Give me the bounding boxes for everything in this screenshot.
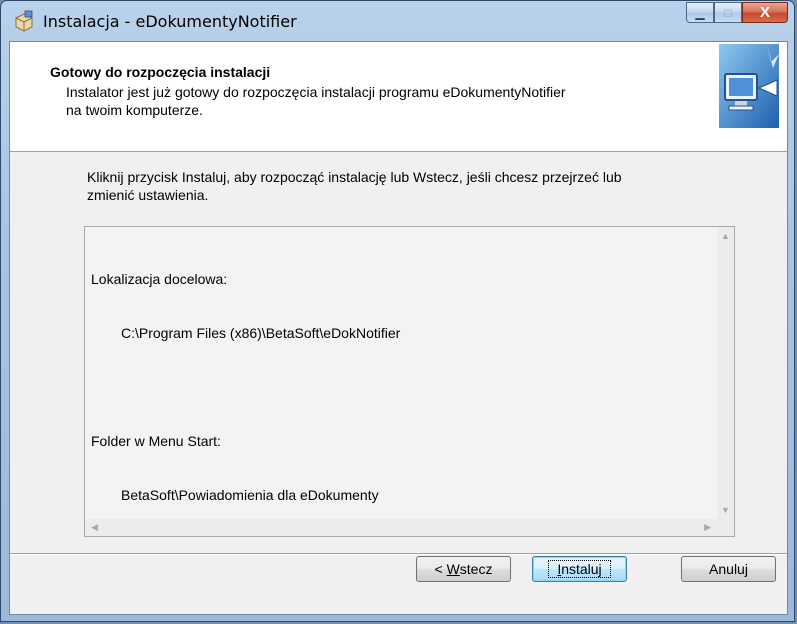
install-button-label: Instaluj bbox=[548, 560, 611, 578]
back-button[interactable]: < Wstecz bbox=[416, 556, 511, 582]
scroll-down-icon[interactable]: ▼ bbox=[721, 505, 730, 515]
minimize-button[interactable]: ▁ bbox=[686, 2, 714, 23]
close-button[interactable]: X bbox=[742, 2, 788, 23]
window-title: Instalacja - eDokumentyNotifier bbox=[43, 12, 297, 31]
summary-memo[interactable]: Lokalizacja docelowa: C:\Program Files (… bbox=[84, 226, 735, 537]
page-subtitle-line2: na twoim komputerze. bbox=[66, 102, 203, 118]
cancel-button[interactable]: Anuluj bbox=[681, 556, 776, 582]
maximize-icon: □ bbox=[724, 5, 732, 20]
start-menu-value: BetaSoft\Powiadomienia dla eDokumenty bbox=[121, 487, 379, 503]
page-title: Gotowy do rozpoczęcia instalacji bbox=[50, 64, 271, 80]
footer-divider bbox=[10, 553, 787, 555]
summary-spacer bbox=[91, 378, 400, 396]
cancel-button-label: Anuluj bbox=[709, 561, 748, 577]
back-button-label: < Wstecz bbox=[435, 561, 493, 577]
install-button[interactable]: Instaluj bbox=[532, 556, 627, 582]
scroll-corner bbox=[717, 519, 734, 536]
instruction-line1: Kliknij przycisk Instaluj, aby rozpocząć… bbox=[87, 169, 622, 185]
start-menu-label: Folder w Menu Start: bbox=[91, 433, 221, 449]
title-bar[interactable]: Instalacja - eDokumentyNotifier ▁ □ X bbox=[1, 1, 794, 41]
computer-install-arrow-icon bbox=[719, 44, 779, 128]
back-hotkey: W bbox=[446, 561, 460, 577]
scroll-up-icon[interactable]: ▲ bbox=[721, 231, 730, 241]
vertical-scrollbar[interactable]: ▲ ▼ bbox=[717, 227, 734, 519]
horizontal-scrollbar[interactable]: ◀ ▶ bbox=[85, 519, 717, 536]
caption-buttons: ▁ □ X bbox=[686, 2, 788, 24]
wizard-header: Gotowy do rozpoczęcia instalacji Instala… bbox=[10, 42, 787, 152]
back-prefix: < bbox=[434, 561, 447, 577]
installer-window: Instalacja - eDokumentyNotifier ▁ □ X Go… bbox=[0, 0, 795, 622]
maximize-button[interactable]: □ bbox=[714, 2, 742, 23]
instruction-text: Kliknij przycisk Instaluj, aby rozpocząć… bbox=[87, 168, 737, 204]
installer-box-icon bbox=[15, 10, 33, 32]
destination-value: C:\Program Files (x86)\BetaSoft\eDokNoti… bbox=[121, 325, 401, 341]
wizard-client-area: Gotowy do rozpoczęcia instalacji Instala… bbox=[9, 41, 788, 615]
close-icon: X bbox=[759, 4, 770, 21]
scroll-left-icon[interactable]: ◀ bbox=[91, 522, 98, 533]
page-subtitle-line1: Instalator jest już gotowy do rozpoczęci… bbox=[66, 84, 566, 100]
install-rest: nstaluj bbox=[561, 561, 602, 577]
minimize-icon: ▁ bbox=[695, 5, 705, 20]
back-rest: stecz bbox=[459, 561, 493, 577]
summary-text: Lokalizacja docelowa: C:\Program Files (… bbox=[91, 234, 400, 540]
instruction-line2: zmienić ustawienia. bbox=[87, 187, 209, 203]
page-subtitle: Instalator jest już gotowy do rozpoczęci… bbox=[66, 83, 666, 119]
scroll-right-icon[interactable]: ▶ bbox=[704, 522, 711, 533]
destination-label: Lokalizacja docelowa: bbox=[91, 271, 228, 287]
